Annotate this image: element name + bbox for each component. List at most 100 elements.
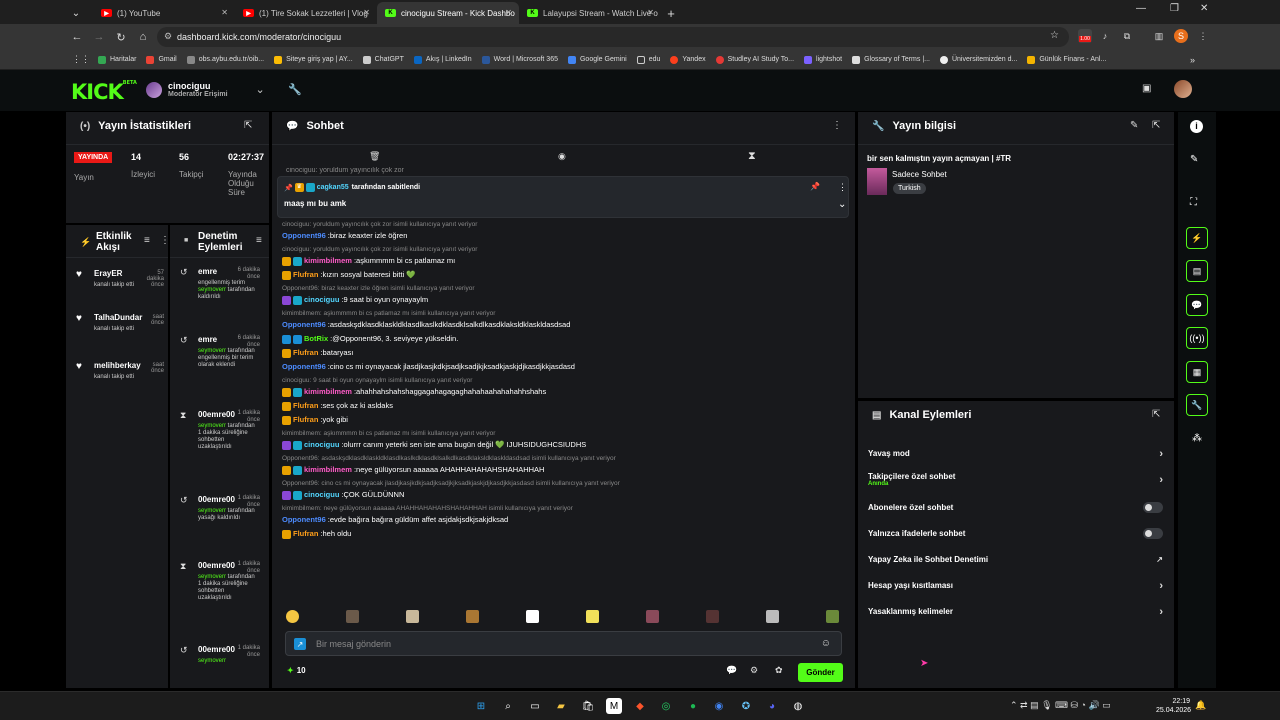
popout-icon[interactable]: ⇱ (244, 120, 252, 131)
maximize-icon[interactable]: ❐ (1170, 3, 1179, 14)
reply-context[interactable]: Opponent96: asdaskşdklasdklaskldklasdlka… (282, 454, 842, 463)
kick-logo[interactable]: KICKBETA (71, 80, 137, 104)
file-explorer-icon[interactable]: ▰ (553, 698, 569, 714)
ai-moderation-row[interactable]: Yapay Zeka ile Sohbet Denetimi ↗ (868, 555, 1163, 564)
profile-avatar-icon[interactable]: S (1174, 29, 1188, 43)
chat-message[interactable]: kimimbilmem: neye gülüyorsun aaaaaa AHAH… (282, 504, 842, 527)
bookmark-star-icon[interactable]: ☆ (1050, 30, 1059, 41)
notification-bell-icon[interactable]: 🔔 (1195, 700, 1206, 711)
more-icon[interactable]: ⋮ (160, 235, 170, 246)
reload-icon[interactable]: ↻ (110, 31, 132, 44)
emotes-only-toggle[interactable] (1143, 528, 1163, 539)
app-icon[interactable]: M (606, 698, 622, 714)
close-icon[interactable]: ✕ (363, 8, 370, 17)
sidepanel-icon[interactable]: ▥ (1152, 29, 1166, 43)
document-icon[interactable]: ▤ (1186, 260, 1208, 282)
chat-username[interactable]: cinociguu (304, 490, 339, 500)
reply-context[interactable]: Opponent96: cino cs mi oynayacak jlasdjk… (282, 479, 842, 488)
steam-icon[interactable]: ✪ (738, 698, 754, 714)
close-icon[interactable]: ✕ (505, 8, 512, 17)
bookmark-item[interactable]: Akış | LinkedIn (413, 55, 472, 64)
emote-icon[interactable] (526, 610, 539, 623)
crop-icon[interactable]: ⛶ (1190, 197, 1197, 208)
chat-message[interactable]: cinociguu: yoruldum yayıncılık çok zor i… (282, 220, 842, 243)
chat-username[interactable]: cinociguu (304, 440, 339, 450)
bookmark-item[interactable]: Yandex (670, 55, 706, 64)
chat-bubble-icon[interactable]: 💬 (1186, 294, 1208, 316)
obs-icon[interactable]: ◍ (790, 698, 806, 714)
discord-icon[interactable]: ◕ (764, 698, 780, 714)
bookmark-item[interactable]: obs.aybu.edu.tr/oib... (186, 55, 264, 64)
extensions-puzzle-icon[interactable]: ⧉ (1120, 29, 1134, 43)
window-close-icon[interactable]: ✕ (1200, 3, 1208, 14)
chat-rules-icon[interactable]: 💬 (726, 665, 737, 676)
emote-icon[interactable] (706, 610, 719, 623)
chat-username[interactable]: Opponent96 (282, 362, 326, 372)
cards-icon[interactable]: ▣ (1142, 83, 1151, 94)
followers-only-row[interactable]: Takipçilere özel sohbet Anında › (868, 472, 1163, 487)
chat-username[interactable]: BotRix (304, 334, 328, 344)
chat-message[interactable]: kimimbilmem: aşkımmmm bi cs patlamaz mı … (282, 309, 842, 332)
emote-icon[interactable] (346, 610, 359, 623)
user-avatar[interactable] (1174, 80, 1192, 98)
extension-icon[interactable]: 1.00 (1078, 29, 1092, 43)
reply-context[interactable]: cinociguu: 9 saat bi oyun oynayaylm isim… (282, 376, 842, 385)
mod-tools-icon[interactable]: ✿ (775, 665, 783, 676)
close-icon[interactable]: ✕ (647, 8, 654, 17)
chat-username[interactable]: kimimbilmem (304, 256, 352, 266)
category-name[interactable]: Sadece Sohbet (892, 170, 947, 179)
bookmark-folder[interactable]: Günlük Finans - Anl... (1027, 55, 1106, 64)
bookmark-item[interactable]: ChatGPT (362, 55, 404, 64)
hourglass-icon[interactable]: ⧗ (748, 150, 756, 163)
more-icon[interactable]: ⋮ (832, 120, 842, 131)
channel-actions-icon[interactable]: ▦ (1186, 361, 1208, 383)
audio-icon[interactable]: ♪ (1098, 29, 1112, 43)
bookmark-item[interactable]: Google Gemini (567, 55, 627, 64)
channel-points[interactable]: ✦ 10 (287, 666, 306, 675)
chat-message[interactable]: Flufran: ses çok az ki asldaks (282, 399, 842, 413)
tab-search-icon[interactable]: ⌄ (65, 2, 87, 24)
task-view-icon[interactable]: ▭ (527, 698, 543, 714)
filter-icon[interactable]: ≡ (144, 235, 150, 246)
filter-icon[interactable]: ≡ (256, 235, 262, 246)
chat-message[interactable]: Opponent96: biraz keaxter izle öğren isi… (282, 284, 842, 307)
emote-icon[interactable] (646, 610, 659, 623)
store-icon[interactable]: 🛍 (580, 698, 596, 714)
tab-youtube[interactable]: ▶ (1) YouTube ✕ (93, 2, 235, 24)
trash-icon[interactable]: 🗑 (369, 151, 380, 162)
search-icon[interactable]: ⌕ (500, 698, 516, 714)
slow-mode-row[interactable]: Yavaş mod › (868, 448, 1163, 460)
lightning-icon[interactable]: ⚡ (1186, 227, 1208, 249)
reply-context[interactable]: kimimbilmem: aşkımmmm bi cs patlamaz mı … (282, 429, 842, 438)
chat-username[interactable]: Opponent96 (282, 320, 326, 330)
bookmarks-overflow-icon[interactable]: » (1190, 55, 1195, 65)
whatsapp-icon[interactable]: ◎ (658, 698, 674, 714)
chat-message[interactable]: Flufran: bataryası (282, 346, 842, 360)
chat-message[interactable]: cinociguu: 9 saat bi oyun oynayaylm isim… (282, 376, 842, 399)
chat-message[interactable]: BotRix: @Opponent96, 3. seviyeye yükseld… (282, 332, 842, 346)
spotify-icon[interactable]: ● (685, 698, 701, 714)
start-icon[interactable]: ⊞ (473, 698, 489, 714)
emote-icon[interactable] (826, 610, 839, 623)
chat-username[interactable]: Opponent96 (282, 231, 326, 241)
send-button[interactable]: Gönder (798, 663, 843, 682)
emote-icon[interactable] (766, 610, 779, 623)
broadcast-icon[interactable]: ((•)) (1186, 327, 1208, 349)
emote-icon[interactable] (586, 610, 599, 623)
tab-kick-dashboard[interactable]: Kcinociguu Stream - Kick Dashbo ✕ (377, 2, 519, 24)
close-icon[interactable]: ✕ (221, 8, 228, 17)
browser-menu-icon[interactable]: ⋮ (1196, 29, 1210, 43)
banned-words-row[interactable]: Yasaklanmış kelimeler › (868, 606, 1163, 618)
chevron-down-icon[interactable]: ⌄ (256, 83, 265, 96)
chevron-down-icon[interactable]: ⌄ (838, 199, 846, 210)
wrench-icon[interactable]: 🔧 (1186, 394, 1208, 416)
chat-message[interactable]: Opponent96: asdaskşdklasdklaskldklasdlka… (282, 454, 842, 477)
account-age-row[interactable]: Hesap yaşı kısıtlaması › (868, 580, 1163, 592)
chat-username[interactable]: cinociguu (304, 295, 339, 305)
chat-message[interactable]: Opponent96: cino cs mi oynayacak jlasdjk… (282, 360, 842, 374)
bookmark-item[interactable]: Üniversitemizden d... (939, 55, 1017, 64)
subscribers-only-toggle[interactable] (1143, 502, 1163, 513)
reply-context[interactable]: kimimbilmem: neye gülüyorsun aaaaaa AHAH… (282, 504, 842, 513)
chat-message[interactable]: Flufran: heh oldu (282, 527, 842, 541)
wrench-icon[interactable]: 🔧 (288, 83, 302, 96)
